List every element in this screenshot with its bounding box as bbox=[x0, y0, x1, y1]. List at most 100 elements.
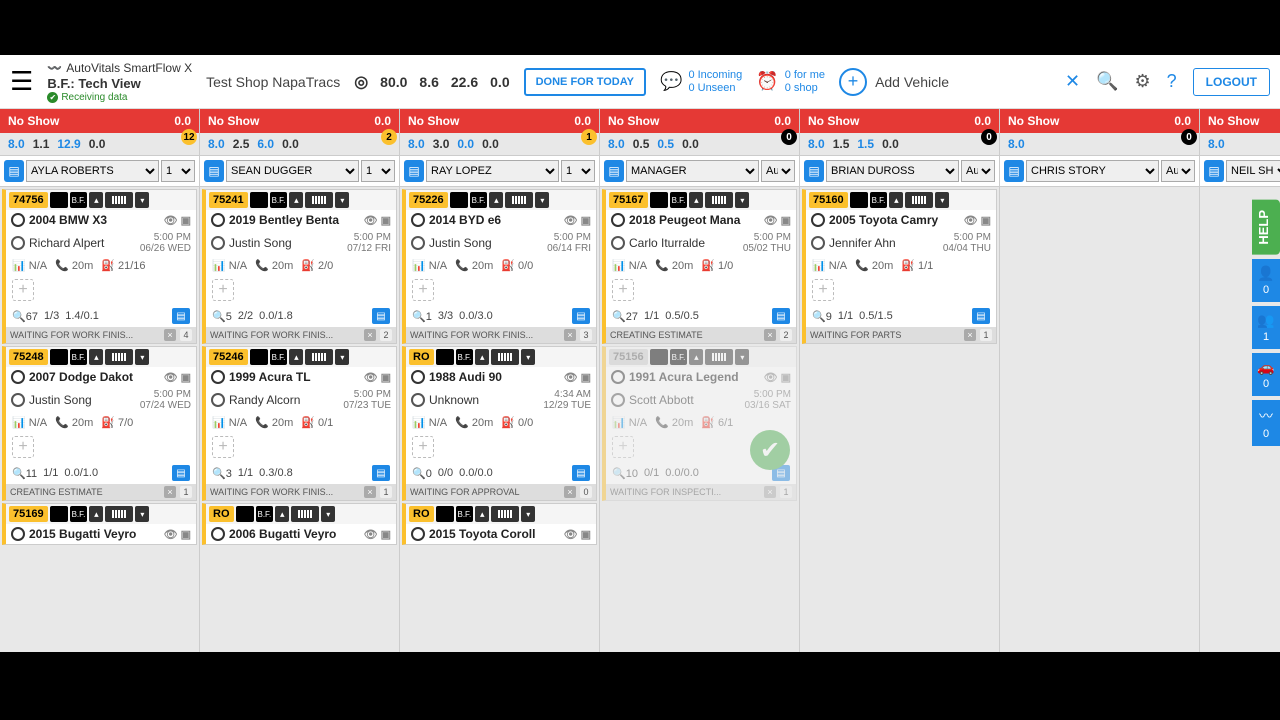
chat-icon[interactable]: ▤ bbox=[772, 308, 790, 324]
up-icon[interactable]: ▴ bbox=[689, 192, 703, 208]
job-card[interactable]: 74756 B.F. ▴ ▾ 2004 BMW X3👁▣Richard Alpe… bbox=[2, 189, 197, 344]
note-icon[interactable]: ▣ bbox=[981, 214, 991, 227]
eye-icon[interactable]: 👁 bbox=[364, 214, 378, 227]
ro-number[interactable]: 75248 bbox=[9, 349, 48, 365]
close-icon[interactable]: × bbox=[564, 329, 576, 341]
done-for-today-button[interactable]: DONE FOR TODAY bbox=[524, 68, 646, 96]
barcode-icon[interactable] bbox=[291, 506, 319, 522]
bf-pill[interactable]: B.F. bbox=[270, 349, 288, 365]
barcode-icon[interactable] bbox=[491, 349, 519, 365]
chat-icon[interactable]: ▤ bbox=[572, 465, 590, 481]
job-card[interactable]: RO B.F. ▴ ▾ 1988 Audi 90👁▣Unknown4:34 AM… bbox=[402, 346, 597, 501]
tech-select[interactable]: MANAGER bbox=[626, 160, 759, 182]
add-button[interactable]: + bbox=[12, 279, 34, 301]
note-icon[interactable]: ▣ bbox=[181, 371, 191, 384]
up-icon[interactable]: ▴ bbox=[289, 192, 303, 208]
job-card[interactable]: 75246 B.F. ▴ ▾ 1999 Acura TL👁▣Randy Alco… bbox=[202, 346, 397, 501]
bf-pill[interactable]: B.F. bbox=[70, 349, 88, 365]
chevron-down-icon[interactable]: ▾ bbox=[521, 506, 535, 522]
note-icon[interactable]: ▣ bbox=[181, 528, 191, 541]
add-button[interactable]: + bbox=[412, 436, 434, 458]
add-button[interactable]: + bbox=[612, 279, 634, 301]
ro-number[interactable]: 75169 bbox=[9, 506, 48, 522]
job-card[interactable]: 75160 B.F. ▴ ▾ 2005 Toyota Camry👁▣Jennif… bbox=[802, 189, 997, 344]
gear-icon[interactable]: ⚙ bbox=[1135, 71, 1151, 92]
job-card[interactable]: 75226 B.F. ▴ ▾ 2014 BYD e6👁▣Justin Song5… bbox=[402, 189, 597, 344]
chevron-down-icon[interactable]: ▾ bbox=[521, 349, 535, 365]
close-icon[interactable]: × bbox=[164, 486, 176, 498]
job-card[interactable]: 75248 B.F. ▴ ▾ 2007 Dodge Dakot👁▣Justin … bbox=[2, 346, 197, 501]
eye-icon[interactable]: 👁 bbox=[364, 528, 378, 541]
pill-icon[interactable] bbox=[236, 506, 254, 522]
add-button[interactable]: + bbox=[812, 279, 834, 301]
bf-pill[interactable]: B.F. bbox=[256, 506, 274, 522]
chevron-down-icon[interactable]: ▾ bbox=[935, 192, 949, 208]
job-card[interactable]: 75167 B.F. ▴ ▾ 2018 Peugeot Mana👁▣Carlo … bbox=[602, 189, 797, 344]
chat-icon[interactable]: ▤ bbox=[4, 160, 24, 182]
bf-pill[interactable]: B.F. bbox=[670, 349, 688, 365]
tech-select[interactable]: SEAN DUGGER bbox=[226, 160, 359, 182]
chat-icon[interactable]: ▤ bbox=[204, 160, 224, 182]
barcode-icon[interactable] bbox=[491, 506, 519, 522]
up-icon[interactable]: ▴ bbox=[475, 506, 489, 522]
job-card[interactable]: 75169 B.F. ▴ ▾ 2015 Bugatti Veyro👁▣ bbox=[2, 503, 197, 545]
up-icon[interactable]: ▴ bbox=[475, 349, 489, 365]
pill-icon[interactable] bbox=[250, 192, 268, 208]
eye-icon[interactable]: 👁 bbox=[164, 371, 178, 384]
bf-pill[interactable]: B.F. bbox=[270, 192, 288, 208]
tech-opt-select[interactable]: 1 bbox=[361, 160, 395, 182]
job-card[interactable]: 75156 B.F. ▴ ▾ 1991 Acura Legend👁▣Scott … bbox=[602, 346, 797, 501]
up-icon[interactable]: ▴ bbox=[489, 192, 503, 208]
pill-icon[interactable] bbox=[50, 349, 68, 365]
chat-icon[interactable]: ▤ bbox=[372, 308, 390, 324]
job-card[interactable]: RO B.F. ▴ ▾ 2015 Toyota Coroll👁▣ bbox=[402, 503, 597, 545]
eye-icon[interactable]: 👁 bbox=[564, 528, 578, 541]
barcode-icon[interactable] bbox=[905, 192, 933, 208]
bf-pill[interactable]: B.F. bbox=[456, 506, 474, 522]
job-card[interactable]: 75241 B.F. ▴ ▾ 2019 Bentley Benta👁▣Justi… bbox=[202, 189, 397, 344]
close-icon[interactable]: × bbox=[964, 329, 976, 341]
job-card[interactable]: RO B.F. ▴ ▾ 2006 Bugatti Veyro👁▣ bbox=[202, 503, 397, 545]
chat-icon[interactable]: ▤ bbox=[972, 308, 990, 324]
eye-icon[interactable]: 👁 bbox=[564, 214, 578, 227]
notif-incoming[interactable]: 💬 0 Incoming 0 Unseen bbox=[660, 69, 742, 94]
close-icon[interactable]: × bbox=[364, 329, 376, 341]
tech-opt-select[interactable]: 1 bbox=[561, 160, 595, 182]
chevron-down-icon[interactable]: ▾ bbox=[135, 192, 149, 208]
barcode-icon[interactable] bbox=[305, 192, 333, 208]
tech-opt-select[interactable]: Auto bbox=[761, 160, 795, 182]
add-button[interactable]: + bbox=[212, 436, 234, 458]
note-icon[interactable]: ▣ bbox=[381, 214, 391, 227]
up-icon[interactable]: ▴ bbox=[275, 506, 289, 522]
bf-pill[interactable]: B.F. bbox=[670, 192, 688, 208]
chat-icon[interactable]: ▤ bbox=[1004, 160, 1024, 182]
add-button[interactable]: + bbox=[12, 436, 34, 458]
pill-icon[interactable] bbox=[436, 506, 454, 522]
ro-number[interactable]: 75241 bbox=[209, 192, 248, 208]
pill-icon[interactable] bbox=[850, 192, 868, 208]
chevron-down-icon[interactable]: ▾ bbox=[335, 192, 349, 208]
chevron-down-icon[interactable]: ▾ bbox=[535, 192, 549, 208]
up-icon[interactable]: ▴ bbox=[89, 349, 103, 365]
pill-icon[interactable] bbox=[650, 349, 668, 365]
barcode-icon[interactable] bbox=[705, 192, 733, 208]
eye-icon[interactable]: 👁 bbox=[964, 214, 978, 227]
eye-icon[interactable]: 👁 bbox=[164, 528, 178, 541]
eye-icon[interactable]: 👁 bbox=[364, 371, 378, 384]
up-icon[interactable]: ▴ bbox=[89, 506, 103, 522]
chat-icon[interactable]: ▤ bbox=[172, 465, 190, 481]
chat-icon[interactable]: ▤ bbox=[372, 465, 390, 481]
up-icon[interactable]: ▴ bbox=[89, 192, 103, 208]
chevron-down-icon[interactable]: ▾ bbox=[335, 349, 349, 365]
chevron-down-icon[interactable]: ▾ bbox=[735, 349, 749, 365]
bf-pill[interactable]: B.F. bbox=[70, 506, 88, 522]
close-icon[interactable]: × bbox=[564, 486, 576, 498]
note-icon[interactable]: ▣ bbox=[381, 528, 391, 541]
ro-number[interactable]: RO bbox=[209, 506, 234, 522]
eye-icon[interactable]: 👁 bbox=[764, 371, 778, 384]
up-icon[interactable]: ▴ bbox=[889, 192, 903, 208]
ro-number[interactable]: 75156 bbox=[609, 349, 648, 365]
up-icon[interactable]: ▴ bbox=[689, 349, 703, 365]
ro-number[interactable]: RO bbox=[409, 506, 434, 522]
tech-select[interactable]: CHRIS STORY bbox=[1026, 160, 1159, 182]
